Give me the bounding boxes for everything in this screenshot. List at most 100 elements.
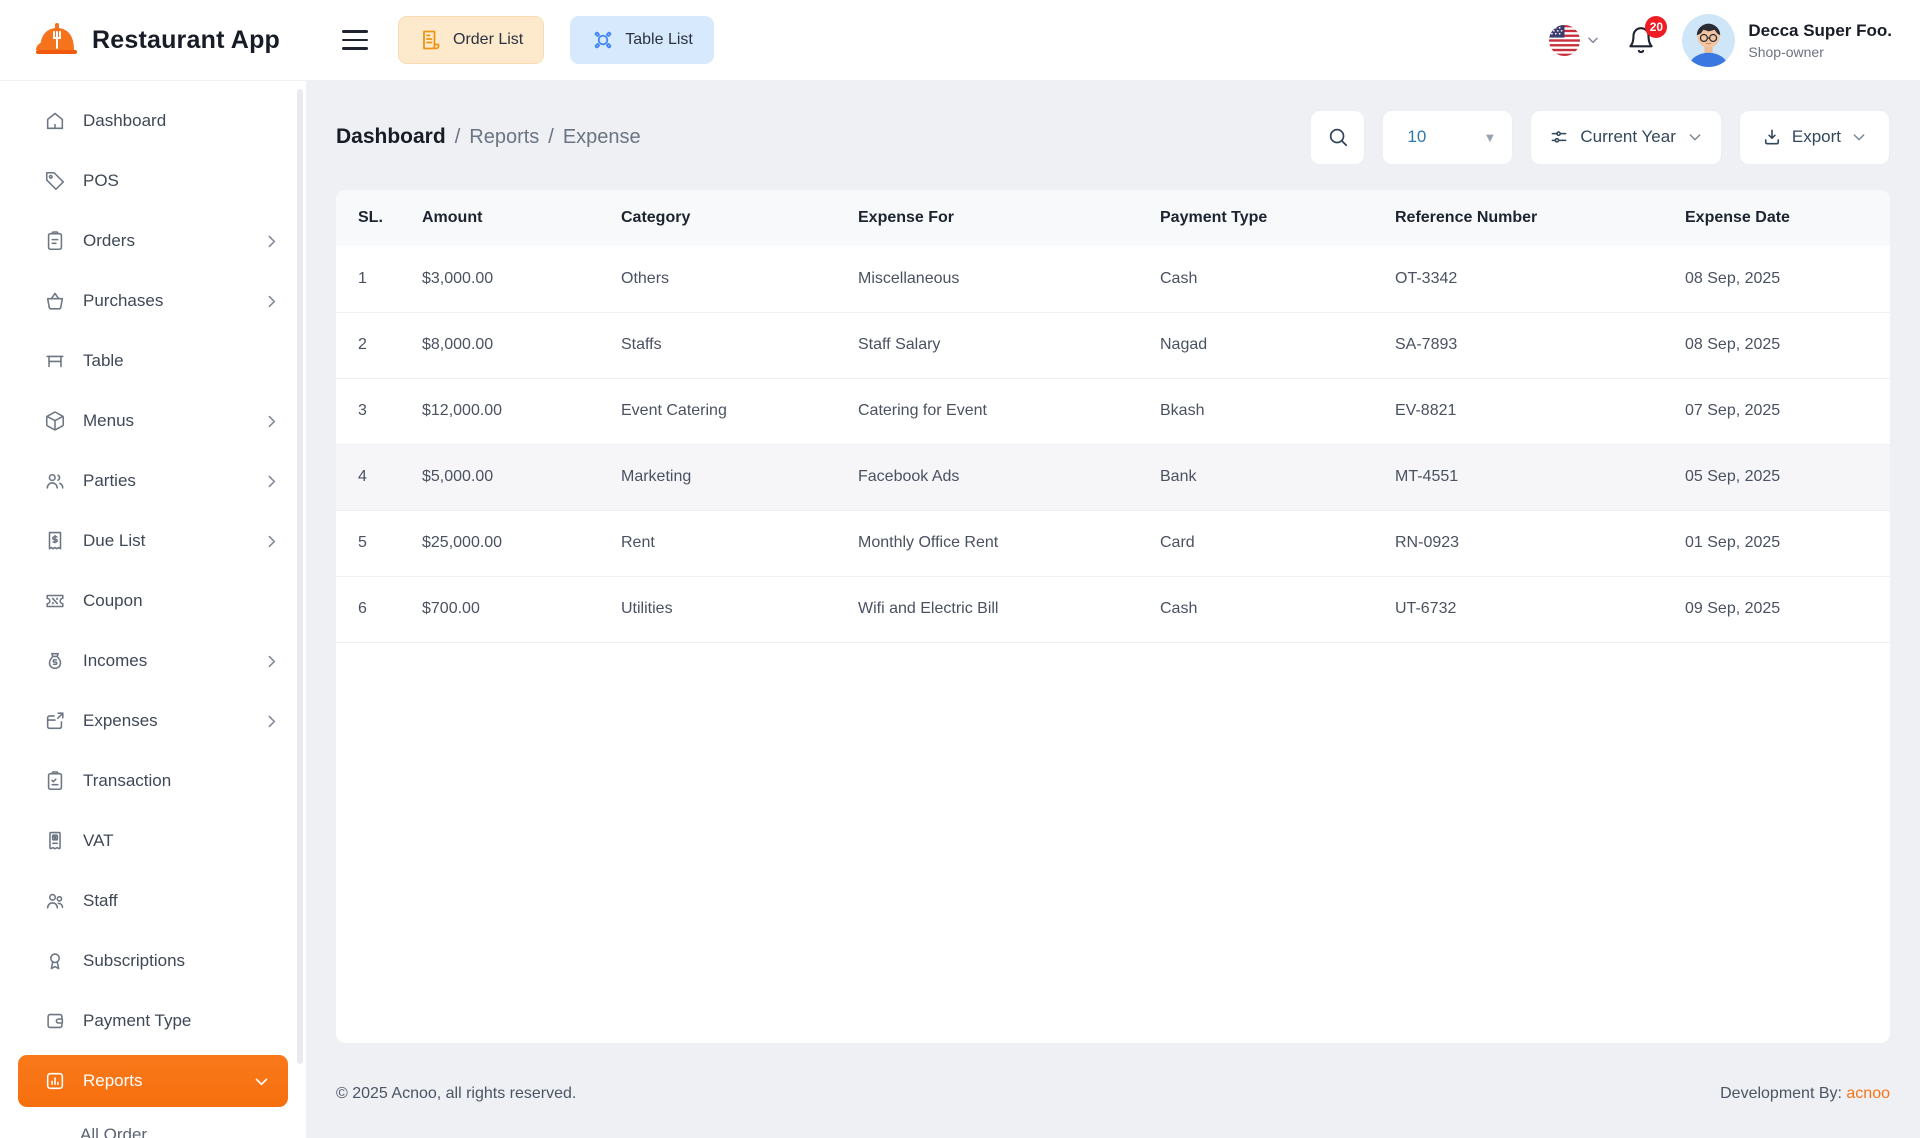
sidebar-item-orders[interactable]: Orders [0,211,306,271]
table-cell: Monthly Office Rent [858,510,1160,577]
export-button[interactable]: Export [1738,109,1890,165]
table-row: 6 $700.00 Utilities Wifi and Electric Bill C… [336,576,1890,643]
users-icon [44,470,66,492]
sidebar: Dashboard POS Orders Purchases Table Menus Par… [0,81,306,1138]
sidebar-item-reports[interactable]: Reports [0,1051,306,1111]
sidebar-item-menus[interactable]: Menus [0,391,306,451]
sidebar-item-transaction[interactable]: Transaction [0,751,306,811]
table-cell: 08 Sep, 2025 [1685,246,1890,313]
table-cell: Staffs [621,312,858,379]
table-cell: Bank [1160,444,1395,511]
chevron-down-icon [1851,129,1867,145]
copyright-text: © 2025 Acnoo, all rights reserved. [336,1085,577,1102]
user-name: Decca Super Foo. [1748,20,1892,40]
wallet-out-icon [44,710,66,732]
expense-table: SL. Amount Category Expense For Payment … [336,190,1890,643]
breadcrumb-dashboard[interactable]: Dashboard [336,125,446,149]
sidebar-item-label: Payment Type [83,1011,192,1030]
chevron-right-icon [263,473,280,490]
table-cell: 6 [336,576,422,643]
sidebar-item-table[interactable]: Table [0,331,306,391]
sliders-icon [1549,127,1569,147]
sidebar-item-pos[interactable]: POS [0,151,306,211]
table-cell: $3,000.00 [422,246,621,313]
page-size-value: 10 [1407,127,1427,146]
table-cell: MT-4551 [1395,444,1685,511]
acnoo-link[interactable]: acnoo [1846,1085,1890,1102]
sidebar-item-coupon[interactable]: Coupon [0,571,306,631]
sidebar-item-label: Staff [83,891,118,910]
sidebar-item-purchases[interactable]: Purchases [0,271,306,331]
sidebar-item-label: Dashboard [83,111,167,130]
table-cell: Bkash [1160,378,1395,445]
col-expense-for: Expense For [858,190,1160,246]
table-cell: Marketing [621,444,858,511]
profile-menu[interactable]: Decca Super Foo. Shop-owner [1682,13,1892,67]
menu-toggle-icon[interactable] [338,26,372,54]
table-cell: Miscellaneous [858,246,1160,313]
sidebar-item-label: Purchases [83,291,164,310]
sidebar-item-label: Parties [83,471,136,490]
col-reference-number: Reference Number [1395,190,1685,246]
sidebar-item-incomes[interactable]: Incomes [0,631,306,691]
table-cell: 4 [336,444,422,511]
chevron-right-icon [263,293,280,310]
topbar: Restaurant App Order List Table List 20 … [0,0,1920,81]
clipboard-icon [44,230,66,252]
table-icon [44,350,66,372]
search-button[interactable] [1310,109,1366,165]
table-cell: Cash [1160,576,1395,643]
table-cell: 01 Sep, 2025 [1685,510,1890,577]
sidebar-item-vat[interactable]: VAT [0,811,306,871]
order-list-label: Order List [453,31,524,48]
expense-table-card: SL. Amount Category Expense For Payment … [336,190,1890,1043]
breadcrumb-reports[interactable]: Reports [469,126,539,149]
date-filter-button[interactable]: Current Year [1530,109,1722,165]
user-role: Shop-owner [1748,44,1824,61]
sidebar-item-due-list[interactable]: Due List [0,511,306,571]
sidebar-item-subscriptions[interactable]: Subscriptions [0,931,306,991]
notification-count-badge: 20 [1645,16,1668,38]
sidebar-scrollbar[interactable] [297,89,303,1064]
select-arrow-icon: ▼ [1483,129,1497,145]
sidebar-item-payment-type[interactable]: Payment Type [0,991,306,1051]
table-cell: $12,000.00 [422,378,621,445]
breadcrumb-expense[interactable]: Expense [563,126,641,149]
table-row: 4 $5,000.00 Marketing Facebook Ads Bank MT-45… [336,444,1890,511]
table-list-button[interactable]: Table List [570,16,714,64]
search-icon [1327,126,1349,148]
order-list-button[interactable]: Order List [398,16,545,64]
notifications-button[interactable]: 20 [1624,16,1668,57]
avatar [1682,13,1736,67]
breadcrumb-separator: / [454,125,461,148]
table-cell: SA-7893 [1395,312,1685,379]
export-label: Export [1791,127,1841,146]
bar-chart-icon [44,1070,66,1092]
table-cell: Cash [1160,246,1395,313]
receipt-dollar-icon [44,530,66,552]
main-content: Dashboard / Reports / Expense 10 ▼ Curre… [306,81,1920,1138]
breadcrumb: Dashboard / Reports / Expense [336,125,641,149]
table-cell: Staff Salary [858,312,1160,379]
table-row: 1 $3,000.00 Others Miscellaneous Cash OT-3342… [336,246,1890,313]
sidebar-item-label: Menus [83,411,135,430]
page-size-select[interactable]: 10 ▼ [1382,109,1514,165]
basket-icon [44,290,66,312]
col-category: Category [621,190,858,246]
sidebar-item-dashboard[interactable]: Dashboard [0,91,306,151]
table-cell: Wifi and Electric Bill [858,576,1160,643]
sidebar-item-label: Expenses [83,711,158,730]
sidebar-item-parties[interactable]: Parties [0,451,306,511]
table-cell: RN-0923 [1395,510,1685,577]
download-icon [1762,127,1782,147]
money-bag-icon [44,650,66,672]
app-title: Restaurant App [92,25,281,54]
sidebar-item-staff[interactable]: Staff [0,871,306,931]
table-row: 3 $12,000.00 Event Catering Catering for Ev… [336,378,1890,445]
sidebar-item-label: Subscriptions [83,951,186,970]
sidebar-item-expenses[interactable]: Expenses [0,691,306,751]
table-cell: Others [621,246,858,313]
table-cell: Catering for Event [858,378,1160,445]
language-selector[interactable] [1549,24,1600,56]
sidebar-subitem-all-order[interactable]: All Order [0,1111,306,1138]
